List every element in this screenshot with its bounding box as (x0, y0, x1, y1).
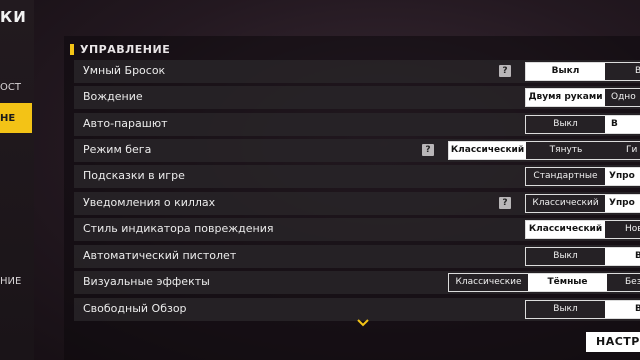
sidebar-item-3[interactable]: НИЕ (0, 276, 21, 287)
setting-label: Автоматический пистолет (83, 249, 237, 262)
option-on[interactable]: В (605, 63, 640, 80)
option-toggle: Стандартные Упро (525, 167, 640, 186)
sidebar-item-active[interactable]: НЕ (0, 103, 32, 133)
setting-row-visual-effects: Визуальные эффекты Классические Тёмные Б… (74, 271, 640, 294)
option-toggle: Классический Нов (525, 220, 640, 239)
option-pull[interactable]: Тянуть (526, 142, 606, 159)
option-one-hand[interactable]: Одно (605, 89, 640, 106)
option-toggle: Двумя руками Одно (525, 88, 640, 107)
question-icon[interactable]: ? (422, 144, 434, 156)
setting-label: Авто-парашют (83, 117, 168, 130)
option-toggle: Выкл В (525, 247, 640, 266)
option-classic[interactable]: Классические (449, 274, 528, 291)
option-off[interactable]: Выкл (526, 63, 605, 80)
option-toggle: Классический Тянуть Ги (448, 141, 640, 160)
setting-row-auto-parachute: Авто-парашют Выкл В (74, 113, 640, 136)
setting-row-driving: Вождение Двумя руками Одно (74, 86, 640, 109)
option-toggle: Выкл В (525, 115, 640, 134)
option-on[interactable]: В (605, 116, 640, 133)
setting-row-damage-indicator: Стиль индикатора повреждения Классически… (74, 218, 640, 241)
sidebar: КИ ОСТ НЕ НИЕ (0, 0, 34, 360)
option-off[interactable]: Выкл (526, 248, 605, 265)
setting-label: Стиль индикатора повреждения (83, 222, 274, 235)
question-icon[interactable]: ? (499, 197, 511, 209)
setup-button[interactable]: НАСТРО (586, 332, 640, 352)
option-hybrid[interactable]: Ги (606, 142, 640, 159)
option-standard[interactable]: Стандартные (526, 168, 605, 185)
section-accent-bar (70, 44, 74, 55)
option-two-hands[interactable]: Двумя руками (526, 89, 605, 106)
sidebar-item-active-label: НЕ (0, 112, 16, 124)
option-none[interactable]: Без (607, 274, 640, 291)
option-simplified[interactable]: Упро (605, 168, 640, 185)
option-toggle: Выкл В (525, 62, 640, 81)
option-off[interactable]: Выкл (526, 116, 605, 133)
setting-label: Умный Бросок (83, 64, 166, 77)
option-dark[interactable]: Тёмные (528, 274, 607, 291)
setting-label: Уведомления о киллах (83, 196, 216, 209)
option-classic[interactable]: Классический (526, 221, 605, 238)
option-classic[interactable]: Классический (526, 195, 605, 212)
option-new[interactable]: Нов (605, 221, 640, 238)
setting-row-auto-pistol: Автоматический пистолет Выкл В (74, 245, 640, 268)
setting-row-run-mode: Режим бега ? Классический Тянуть Ги (74, 139, 640, 162)
sidebar-title: КИ (0, 8, 27, 26)
setting-label: Подсказки в игре (83, 169, 185, 182)
setting-label: Свободный Обзор (83, 302, 187, 315)
option-on[interactable]: В (605, 248, 640, 265)
setting-row-kill-notifications: Уведомления о киллах ? Классический Упро (74, 192, 640, 215)
option-simplified[interactable]: Упро (605, 195, 640, 212)
option-on[interactable]: В (605, 301, 640, 318)
setting-label: Визуальные эффекты (83, 275, 210, 288)
option-classic[interactable]: Классический (449, 142, 526, 159)
option-toggle: Классические Тёмные Без (448, 273, 640, 292)
section-header: УПРАВЛЕНИЕ (70, 43, 170, 56)
setting-label: Режим бега (83, 143, 152, 156)
option-off[interactable]: Выкл (526, 301, 605, 318)
chevron-down-icon[interactable] (356, 318, 370, 328)
section-title: УПРАВЛЕНИЕ (80, 43, 171, 56)
setting-row-ingame-hints: Подсказки в игре Стандартные Упро (74, 165, 640, 188)
question-icon[interactable]: ? (499, 65, 511, 77)
setting-label: Вождение (83, 90, 143, 103)
sidebar-item-1[interactable]: ОСТ (0, 82, 21, 93)
option-toggle: Классический Упро (525, 194, 640, 213)
setting-row-smart-throw: Умный Бросок ? Выкл В (74, 60, 640, 83)
option-toggle: Выкл В (525, 300, 640, 319)
